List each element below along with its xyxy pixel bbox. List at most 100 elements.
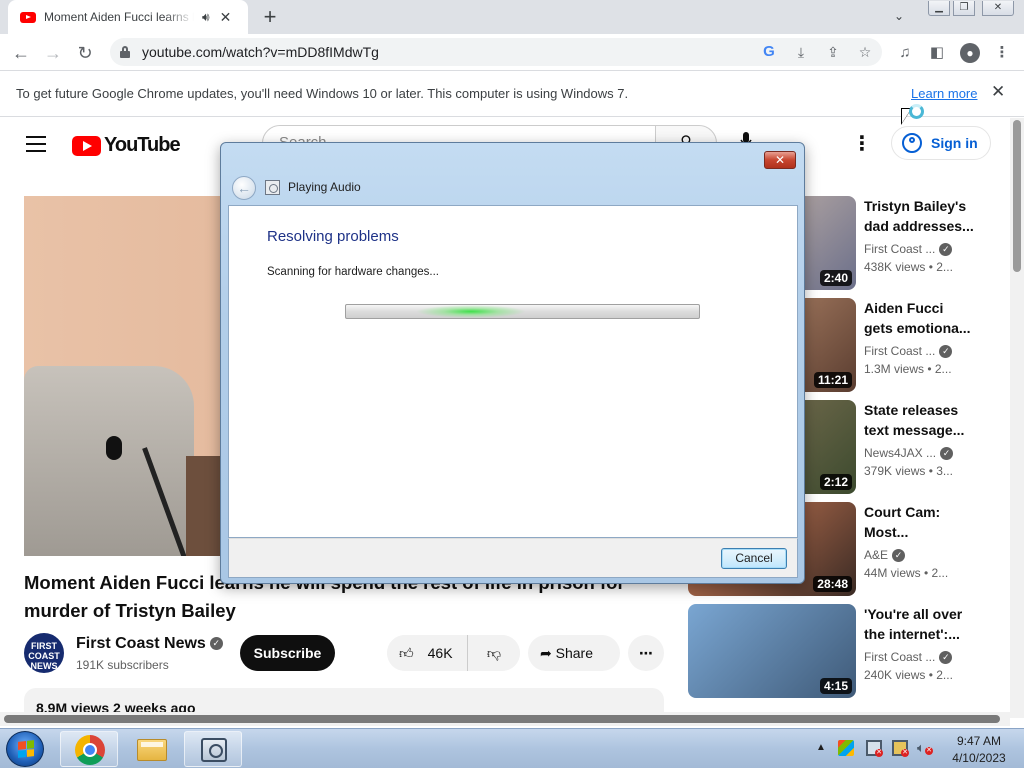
minimize-button[interactable]: ▁	[928, 1, 950, 16]
media-controls-icon[interactable]: ♫	[895, 43, 915, 63]
learn-more-link[interactable]: Learn more	[911, 86, 977, 101]
back-arrow-icon[interactable]: ←	[232, 176, 256, 200]
recommendation-channel[interactable]: First Coast ... ✓	[864, 344, 953, 359]
recommendation-title-line: State releases	[864, 402, 959, 418]
url-text[interactable]: youtube.com/watch?v=mDD8fIMdwTg	[142, 44, 379, 60]
infobar-close-icon[interactable]: ✕	[991, 82, 1005, 102]
browser-tab[interactable]: Moment Aiden Fucci learns he will spend …	[8, 0, 248, 34]
youtube-logo[interactable]: YouTube	[72, 134, 181, 157]
recommendation-title[interactable]: Court Cam: Most...	[864, 502, 974, 542]
browser-toolbar: ← → ↻ youtube.com/watch?v=mDD8fIMdwTg G …	[0, 34, 1024, 71]
cancel-button[interactable]: Cancel	[721, 548, 787, 569]
recommendation-title-line: dad addresses...	[864, 218, 974, 234]
clock-date[interactable]: 4/10/2023	[944, 751, 1014, 765]
recommendation-title[interactable]: 'You're all over the internet':...	[864, 604, 974, 644]
video-duration: 4:15	[819, 678, 852, 694]
video-duration: 28:48	[813, 576, 852, 592]
reload-icon[interactable]: ↻	[72, 40, 98, 66]
recommendation-meta: 240K views • 2...	[864, 668, 953, 682]
address-bar[interactable]: youtube.com/watch?v=mDD8fIMdwTg G ⤓ ⇪ ☆	[110, 38, 882, 66]
window-close-button[interactable]: ✕	[982, 1, 1014, 16]
recommendation-channel[interactable]: First Coast ... ✓	[864, 242, 953, 257]
tab-search-chevron-icon[interactable]: ⌄	[894, 9, 904, 23]
recommendation-channel-name: A&E	[864, 548, 889, 562]
youtube-play-logo-icon	[72, 135, 101, 156]
hamburger-menu-icon[interactable]	[26, 136, 46, 152]
recommendation-channel[interactable]: A&E ✓	[864, 548, 906, 563]
channel-name-text[interactable]: First Coast News	[76, 635, 206, 652]
recommendation-title-line: Court Cam:	[864, 504, 941, 520]
progress-marquee	[416, 305, 526, 318]
taskbar-explorer-button[interactable]	[122, 731, 180, 767]
speaker-icon[interactable]: 🔊︎	[202, 10, 210, 25]
channel-name[interactable]: First Coast News ✓	[76, 635, 223, 653]
lock-icon[interactable]	[120, 46, 130, 58]
action-center-flag-icon[interactable]	[838, 740, 854, 756]
verified-check-icon: ✓	[209, 637, 223, 651]
tab-close-icon[interactable]: ✕	[220, 9, 232, 26]
video-duration: 2:40	[819, 270, 852, 286]
channel-avatar[interactable]: FIRST COAST NEWS	[24, 633, 64, 673]
verified-check-icon: ✓	[939, 243, 953, 257]
share-button[interactable]: ➦ Share	[528, 635, 620, 671]
bookmark-star-icon[interactable]: ☆	[856, 43, 874, 61]
recommendation-title[interactable]: Aiden Fucci gets emotiona...	[864, 298, 974, 338]
settings-kebab-icon[interactable]: ⋮	[852, 134, 872, 154]
forward-arrow-icon[interactable]: →	[40, 40, 66, 66]
recommendation-title-line: Most...	[864, 524, 909, 540]
recommendation-title-line: Tristyn Bailey's	[864, 198, 967, 214]
install-app-icon[interactable]: ⤓	[792, 43, 810, 61]
clock-time[interactable]: 9:47 AM	[944, 734, 1014, 748]
verified-check-icon: ✓	[940, 447, 954, 461]
share-page-icon[interactable]: ⇪	[824, 43, 842, 61]
recommendation-channel[interactable]: First Coast ... ✓	[864, 650, 953, 665]
subscriber-count: 191K subscribers	[76, 658, 169, 672]
profile-avatar-icon[interactable]: ●	[960, 43, 980, 63]
subscribe-button[interactable]: Subscribe	[240, 635, 335, 671]
restore-button[interactable]: ❐	[953, 1, 975, 16]
recommendation-channel-name: First Coast ...	[864, 344, 936, 358]
recommendation-title-line: gets emotiona...	[864, 320, 971, 336]
horizontal-scrollbar-thumb[interactable]	[4, 715, 1000, 723]
network-icon[interactable]: ✕	[866, 740, 883, 757]
verified-check-icon: ✓	[939, 345, 953, 359]
dialog-close-button[interactable]: ✕	[764, 151, 796, 169]
busy-spinner-icon	[909, 104, 924, 119]
share-label: Share	[555, 645, 593, 661]
back-arrow-icon[interactable]: ←	[8, 40, 34, 66]
chrome-menu-icon[interactable]: ⋮	[992, 43, 1012, 63]
new-tab-button[interactable]: +	[258, 5, 282, 29]
recommendation-meta: 44M views • 2...	[864, 566, 949, 580]
recommendation-thumbnail[interactable]: 4:15	[688, 604, 856, 698]
taskbar-troubleshooter-button[interactable]	[184, 731, 242, 767]
recommendation-title[interactable]: Tristyn Bailey's dad addresses...	[864, 196, 974, 236]
recommendation-meta: 438K views • 2...	[864, 260, 953, 274]
windows-taskbar: ▲ ✕ ✕ 🔈︎ ✕ 9:47 AM 4/10/2023	[0, 728, 1024, 768]
thumbs-up-icon: 👍︎	[399, 645, 414, 661]
tab-strip: Moment Aiden Fucci learns he will spend …	[0, 0, 1024, 34]
vertical-scrollbar-thumb[interactable]	[1013, 120, 1021, 272]
like-button[interactable]: 👍︎ 46K	[387, 635, 467, 671]
side-panel-icon[interactable]: ◧	[927, 43, 947, 63]
windows-logo-icon	[18, 740, 34, 758]
sign-in-button[interactable]: Sign in	[891, 126, 991, 160]
power-icon[interactable]: ✕	[892, 740, 909, 757]
more-actions-button[interactable]: ⋯	[628, 635, 664, 671]
start-button[interactable]	[6, 731, 44, 767]
recommendation-meta: 1.3M views • 2...	[864, 362, 952, 376]
recommendation-channel[interactable]: News4JAX ... ✓	[864, 446, 954, 461]
like-count: 46K	[427, 645, 453, 661]
power-error-icon: ✕	[901, 749, 909, 757]
troubleshooter-dialog: ✕ ← Playing Audio Resolving problems Sca…	[220, 142, 805, 584]
recommendation-title-line: the internet':...	[864, 626, 960, 642]
recommendation-title[interactable]: State releases text message...	[864, 400, 974, 440]
folder-icon	[137, 739, 167, 761]
recommendation-item[interactable]: 4:15 'You're all over the internet':... Fir…	[688, 604, 998, 698]
dialog-heading: Resolving problems	[267, 228, 399, 245]
google-translate-icon[interactable]: G	[760, 43, 778, 61]
show-hidden-icons-arrow[interactable]: ▲	[816, 742, 826, 753]
volume-muted-icon[interactable]: 🔈︎ ✕	[917, 740, 933, 756]
dislike-button[interactable]: 👎︎	[467, 635, 520, 671]
troubleshooter-app-icon	[265, 180, 280, 195]
taskbar-chrome-button[interactable]	[60, 731, 118, 767]
